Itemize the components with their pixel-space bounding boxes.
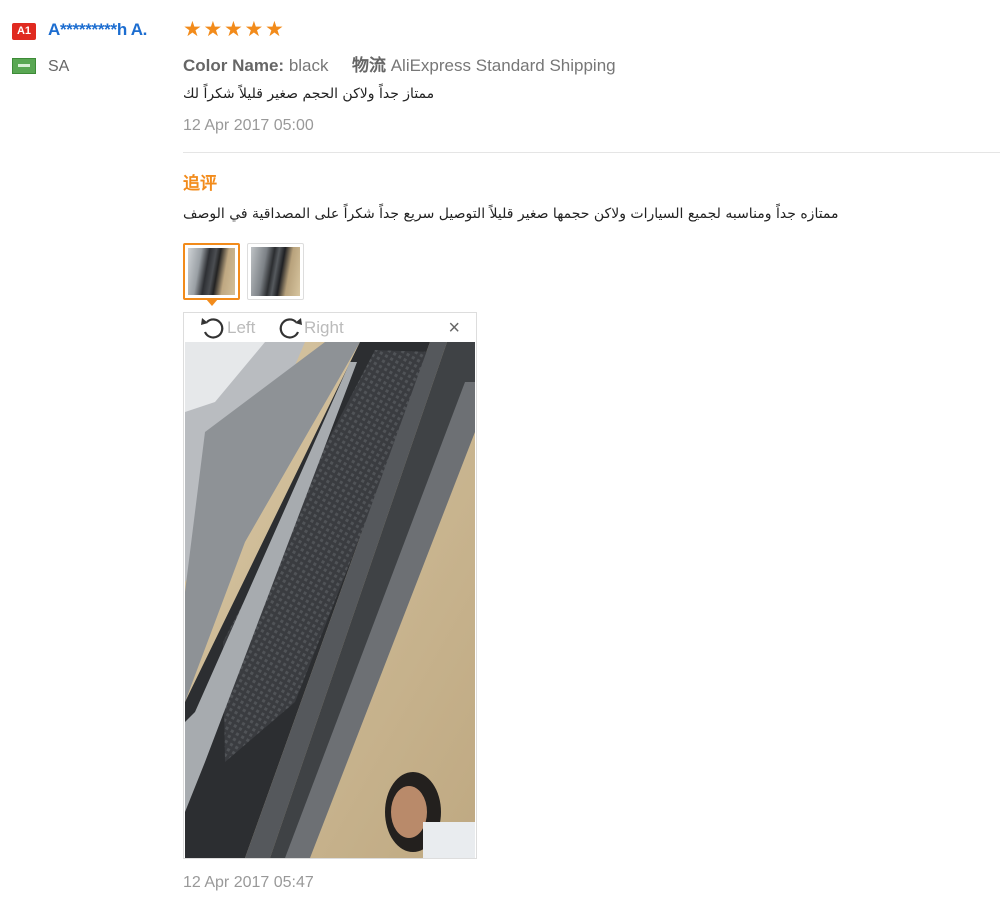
rotate-left-label: Left [227,318,256,337]
star-icon: ★ [265,18,284,41]
review-date: 12 Apr 2017 05:00 [183,117,314,134]
star-icon: ★ [224,18,243,41]
review-photo-large [185,342,475,858]
rotate-left-icon [201,318,224,339]
review-comment: ممتاز جداً ولاكن الحجم صغير قليلاً شكراً… [183,86,435,102]
order-info: Color Name: black 物流 AliExpress Standard… [183,51,616,76]
star-icon: ★ [203,18,223,41]
followup-date: 12 Apr 2017 05:47 [183,874,314,891]
color-label: Color Name: [183,56,285,75]
rotate-right-button[interactable]: Right [276,315,344,341]
followup-comment: ممتازه جداً ومناسبه لجميع السيارات ولاكن… [183,206,839,222]
viewer-toolbar: Left Right × [184,313,476,341]
car-door-sill-photo [185,342,475,858]
rotate-right-icon [279,318,302,339]
photo-thumbnail-1[interactable] [183,243,240,300]
close-viewer-button[interactable]: × [448,317,460,340]
star-rating: ★ ★ ★ ★ ★ [183,18,286,41]
divider [183,152,1000,153]
buyer-level-badge: A1 [12,23,36,40]
color-value: black [288,56,329,75]
followup-title: 追评 [183,174,217,193]
reviewer-country: SA [48,58,70,75]
rotate-right-label: Right [304,318,344,337]
star-icon: ★ [183,18,202,41]
rotate-left-button[interactable]: Left [199,315,255,341]
active-thumbnail-pointer [206,299,218,306]
logistics-label: 物流 [351,56,386,75]
star-icon: ★ [244,18,264,41]
logistics-value: AliExpress Standard Shipping [390,56,616,75]
photo-thumbnail-2[interactable] [247,243,304,300]
country-flag-icon [12,58,36,74]
reviewer-name-link[interactable]: A*********h A. [48,20,147,40]
photo-viewer: Left Right × [183,312,477,859]
